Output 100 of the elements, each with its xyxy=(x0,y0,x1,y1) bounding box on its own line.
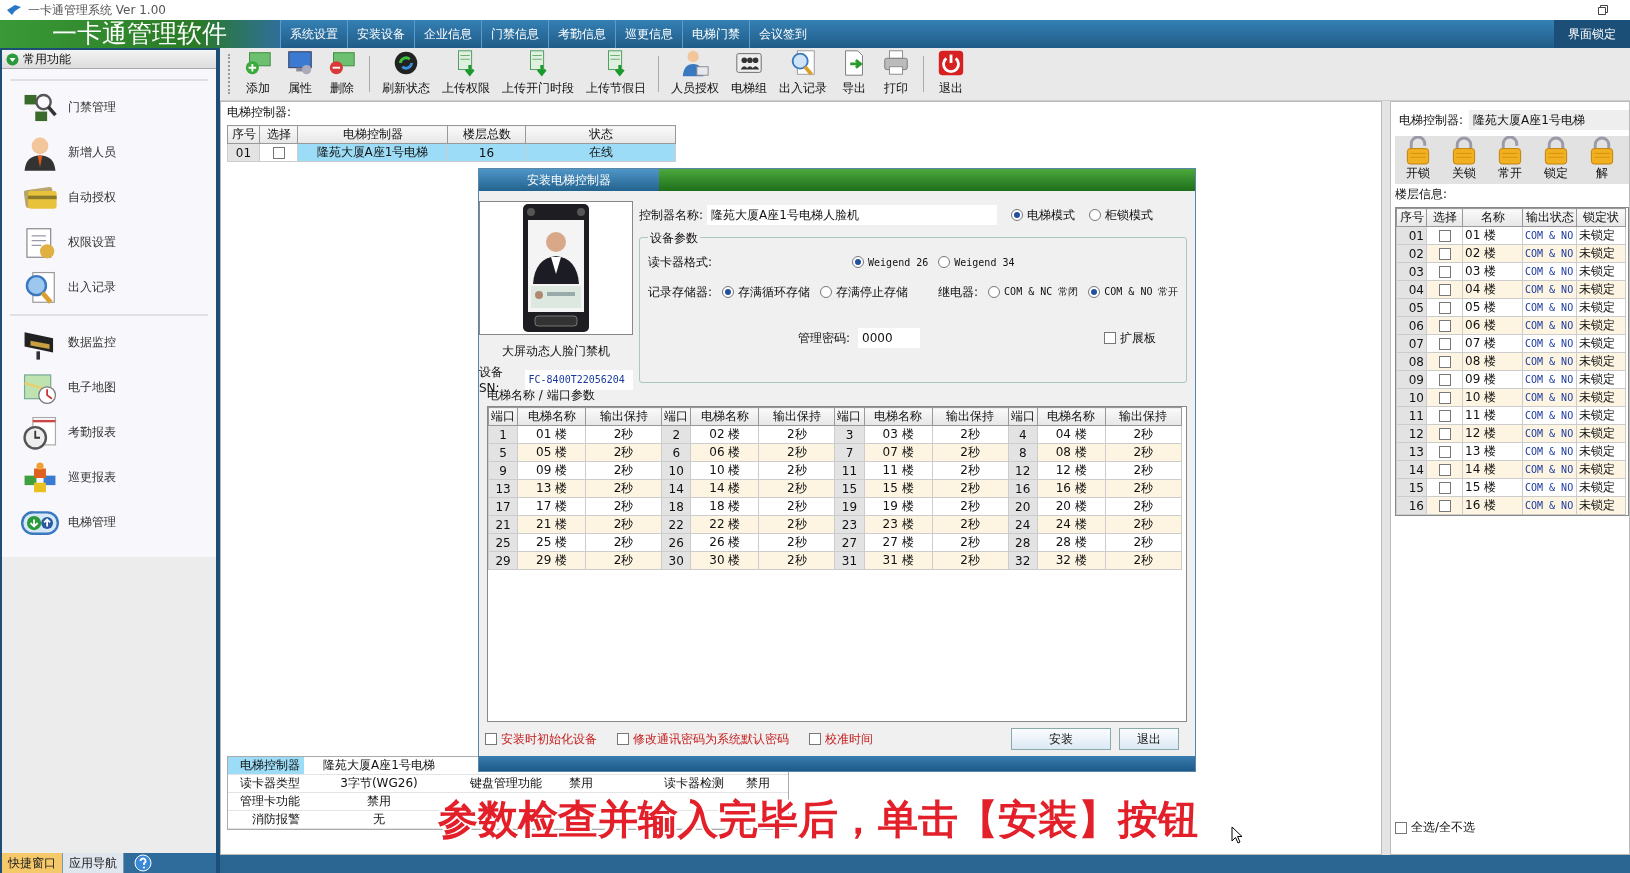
toolbar-button[interactable]: 添加 xyxy=(237,48,279,100)
column-header: 输出保持 xyxy=(1105,407,1182,426)
sidebar-item[interactable]: 新增人员 xyxy=(4,130,214,175)
toolbar-button[interactable]: 打印 xyxy=(875,48,917,100)
checkbox[interactable] xyxy=(1438,338,1451,350)
lock-button[interactable]: 开锁 xyxy=(1395,136,1441,184)
toolbar-button[interactable]: 上传权限 xyxy=(436,48,496,100)
checkbox[interactable] xyxy=(1438,266,1451,278)
relay-radio[interactable]: COM & NO 常开 xyxy=(1088,285,1179,299)
toolbar-button[interactable]: 退出 xyxy=(930,48,972,100)
checkbox[interactable] xyxy=(1438,302,1451,314)
relay-radio[interactable]: COM & NC 常闭 xyxy=(988,285,1079,299)
table-cell-text: 读卡器检测 xyxy=(663,775,725,792)
name-field[interactable]: 隆苑大厦A座1号电梯人脸机 xyxy=(707,205,998,225)
table-cell: 2秒 xyxy=(585,497,662,516)
checkbox[interactable] xyxy=(1438,446,1451,458)
table-cell: 26 楼 xyxy=(690,533,759,552)
table-cell: 28 楼 xyxy=(1037,533,1106,552)
column-header: 输出保持 xyxy=(585,407,662,426)
checkbox[interactable] xyxy=(1438,320,1451,332)
mode-radio[interactable]: 电梯模式 xyxy=(1011,206,1076,224)
sidebar-item[interactable]: 数据监控 xyxy=(4,320,214,365)
table-cell: COM & NO xyxy=(1522,334,1577,353)
sidebar-item[interactable]: 电子地图 xyxy=(4,365,214,410)
sidebar-item[interactable]: 电梯管理 xyxy=(4,500,214,545)
checkbox[interactable] xyxy=(1438,428,1451,440)
lock-button[interactable]: 解 xyxy=(1579,136,1625,184)
collapse-icon[interactable] xyxy=(6,52,19,66)
checkbox[interactable] xyxy=(1438,392,1451,404)
app-title: 一卡通管理软件 xyxy=(0,20,280,48)
sidebar-item[interactable]: 自动授权 xyxy=(4,175,214,220)
table-cell: 2秒 xyxy=(758,425,835,444)
lock-button[interactable]: 常开 xyxy=(1487,136,1533,184)
toolbar-button[interactable]: 删除 xyxy=(321,48,363,100)
sidebar-item[interactable]: 权限设置 xyxy=(4,220,214,265)
sidebar-item[interactable]: 考勤报表 xyxy=(4,410,214,455)
option-checkbox[interactable]: 校准时间 xyxy=(809,730,873,748)
help-icon[interactable] xyxy=(134,854,152,872)
sidebar-tab[interactable]: 应用导航 xyxy=(63,853,124,873)
table-cell: 03 楼 xyxy=(1462,262,1523,281)
option-checkbox[interactable]: 安装时初始化设备 xyxy=(485,730,597,748)
checkbox[interactable] xyxy=(1438,374,1451,386)
table-cell: 17 楼 xyxy=(517,497,586,516)
table-cell: COM & NO xyxy=(1522,370,1577,389)
sidebar-tab[interactable]: 快捷窗口 xyxy=(2,853,63,873)
checkbox[interactable] xyxy=(1438,410,1451,422)
table-cell: 07 楼 xyxy=(1462,334,1523,353)
toolbar-button[interactable]: 导出 xyxy=(833,48,875,100)
sn-field[interactable]: FC-8400T22056204 xyxy=(524,369,633,390)
lock-button[interactable]: 关锁 xyxy=(1441,136,1487,184)
lock-icon xyxy=(1589,136,1615,165)
storage-radio[interactable]: 存满循环存储 xyxy=(722,283,811,301)
unlocked-lock-icon xyxy=(1405,136,1431,165)
sidebar-item[interactable]: 门禁管理 xyxy=(4,85,214,130)
dialog-button[interactable]: 安装 xyxy=(1011,728,1111,750)
checkbox[interactable] xyxy=(1438,482,1451,494)
checkbox[interactable] xyxy=(1438,248,1451,260)
toolbar-button[interactable]: 上传节假日 xyxy=(580,48,652,100)
reader-radio[interactable]: Weigend 34 xyxy=(938,256,1015,268)
dialog-button[interactable]: 退出 xyxy=(1119,728,1179,750)
restore-icon[interactable] xyxy=(1598,5,1608,15)
column-header: 输出保持 xyxy=(932,407,1009,426)
toolbar-button[interactable]: 人员授权 xyxy=(665,48,725,100)
checkbox[interactable] xyxy=(1438,464,1451,476)
toolbar-button[interactable]: 刷新状态 xyxy=(376,48,436,100)
table-cell: COM & NO xyxy=(1522,298,1577,317)
lock-button[interactable]: 锁定 xyxy=(1533,136,1579,184)
toolbar-button[interactable]: 上传开门时段 xyxy=(496,48,580,100)
column-header: 电梯名称 xyxy=(517,407,586,426)
checkbox[interactable] xyxy=(272,147,285,159)
checkbox[interactable] xyxy=(1438,284,1451,296)
table-cell: 2秒 xyxy=(932,497,1009,516)
reader-radio[interactable]: Weigend 26 xyxy=(852,256,929,268)
toolbar-button[interactable]: 出入记录 xyxy=(773,48,833,100)
sidebar-item[interactable]: 出入记录 xyxy=(4,265,214,310)
password-field[interactable]: 0000 xyxy=(858,328,921,348)
app-icon xyxy=(6,4,22,16)
dialog-title: 安装电梯控制器 xyxy=(479,169,659,191)
checkbox[interactable] xyxy=(1438,500,1451,512)
toolbar-button[interactable]: 属性 xyxy=(279,48,321,100)
table-cell-text: 隆苑大厦A座1号电梯 xyxy=(322,757,436,774)
table-cell-text: 无 xyxy=(372,811,386,828)
option-checkbox[interactable]: 修改通讯密码为系统默认密码 xyxy=(617,730,789,748)
checkbox[interactable] xyxy=(1438,356,1451,368)
storage-radio[interactable]: 存满停止存储 xyxy=(820,283,909,301)
select-all-checkbox[interactable]: 全选/全不选 xyxy=(1395,819,1629,836)
table-cell-text: 管理卡功能 xyxy=(239,793,301,810)
table-cell: 03 楼 xyxy=(864,425,933,444)
expansion-checkbox[interactable]: 扩展板 xyxy=(1104,329,1157,347)
sidebar-item[interactable]: 巡更报表 xyxy=(4,455,214,500)
caption-text: 参数检查并输入完毕后，单击【安装】按钮 xyxy=(438,795,1198,844)
lock-screen-button[interactable]: 界面锁定 xyxy=(1554,20,1630,48)
table-cell: COM & NO xyxy=(1522,262,1577,281)
storage-label: 记录存储器: xyxy=(648,283,713,301)
table-row[interactable]: 01 隆苑大厦A座1号电梯 16 在线 xyxy=(227,143,676,162)
toolbar-button[interactable]: 电梯组 xyxy=(725,48,773,100)
checkbox[interactable] xyxy=(1438,230,1451,242)
table-cell: 未锁定 xyxy=(1576,226,1626,245)
mode-radio[interactable]: 柜锁模式 xyxy=(1089,206,1154,224)
lock-icon xyxy=(1451,136,1477,165)
